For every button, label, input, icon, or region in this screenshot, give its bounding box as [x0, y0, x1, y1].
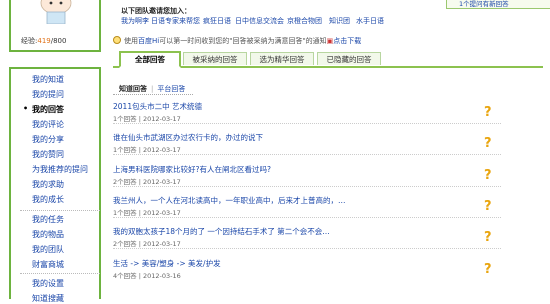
- tab-featured-answers[interactable]: 选为精华回答: [250, 52, 314, 65]
- question-meta: 1个回答 | 2012-03-17: [113, 146, 181, 154]
- nav-my-settings[interactable]: 我的设置: [32, 278, 64, 289]
- avatar[interactable]: [35, 0, 77, 24]
- exp-label: 经验:: [21, 37, 38, 45]
- question-meta: 1个回答 | 2012-03-17: [113, 115, 181, 123]
- row-divider: [113, 186, 501, 187]
- subtab-zhidao[interactable]: 知道回答: [119, 85, 147, 93]
- subtab-divider: [113, 94, 193, 95]
- notice-mid: 可以第一时间收到您的"回答被采纳为满意回答"的通知: [159, 37, 327, 45]
- subtab-separator: |: [151, 85, 154, 93]
- question-title[interactable]: 谁在仙头市武湖区办过农行卡的，办过的说下: [113, 132, 263, 143]
- question-mark-icon: ?: [484, 136, 492, 151]
- question-title[interactable]: 我兰州人，一个人在河北读高中，一年职业高中，后来才上普高的，…: [113, 195, 346, 206]
- row-divider: [113, 123, 501, 124]
- nav-my-tasks[interactable]: 我的任务: [32, 214, 64, 225]
- question-meta: 2个回答 | 2012-03-17: [113, 178, 181, 186]
- tab-all-answers[interactable]: 全部回答: [119, 51, 181, 68]
- nav-my-answers[interactable]: • 我的回答: [23, 104, 64, 115]
- nav-my-growth[interactable]: 我的成长: [32, 194, 64, 205]
- lightbulb-icon: [113, 36, 121, 44]
- question-title[interactable]: 我的双胞太孩子18个月的了 一个因持结石手术了 第二个会不会…: [113, 226, 330, 237]
- sidebar-nav: 我的知道 我的提问 • 我的回答 我的评论 我的分享 我的赞同 为我推荐的提问 我…: [9, 67, 101, 303]
- team-link[interactable]: 我为啊李: [121, 16, 149, 26]
- row-divider: [113, 154, 501, 155]
- nav-favorites[interactable]: 知道搜藏: [32, 293, 64, 304]
- question-meta: 2个回答 | 2012-03-17: [113, 240, 181, 248]
- subtab-platform[interactable]: 平台回答: [157, 85, 185, 93]
- avatar-box: 经验:419/800: [9, 0, 101, 52]
- nav-my-shares[interactable]: 我的分享: [32, 134, 64, 145]
- nav-my-comments[interactable]: 我的评论: [32, 119, 64, 130]
- question-title[interactable]: 2011包头市二中 艺术统德: [113, 101, 202, 112]
- nav-divider: [20, 210, 100, 211]
- question-mark-icon: ?: [484, 262, 492, 277]
- nav-my-help[interactable]: 我的求助: [32, 179, 64, 190]
- sub-tabs: 知道回答 | 平台回答: [119, 84, 185, 94]
- team-link[interactable]: 水手日语: [356, 16, 384, 26]
- row-divider: [113, 248, 501, 249]
- download-label: 点击下载: [333, 37, 362, 45]
- team-link[interactable]: 京橙合物团: [287, 16, 322, 26]
- question-meta: 1个回答 | 2012-03-17: [113, 209, 181, 217]
- invite-title: 以下团队邀请您加入：: [121, 7, 191, 15]
- team-link[interactable]: 疯狂日语: [203, 16, 231, 26]
- active-dot-icon: •: [23, 104, 29, 113]
- notice-pre: 使用: [124, 37, 138, 45]
- nav-recommended[interactable]: 为我推荐的提问: [32, 164, 88, 175]
- team-link[interactable]: 日中信息交流会: [235, 16, 284, 26]
- download-link[interactable]: ▣点击下载: [327, 37, 362, 45]
- new-answer-text: 1个提问有新回答: [459, 0, 509, 8]
- question-title[interactable]: 生活 -> 美容/塑身 -> 美发/护发: [113, 258, 221, 269]
- nav-my-zhidao[interactable]: 我的知道: [32, 74, 64, 85]
- tab-hidden-answers[interactable]: 已隐藏的回答: [317, 52, 381, 65]
- experience-readout: 经验:419/800: [21, 36, 66, 46]
- baidu-hi-link[interactable]: 百度Hi: [138, 37, 159, 45]
- team-link[interactable]: 日语专家来帮您: [151, 16, 200, 26]
- nav-my-items[interactable]: 我的物品: [32, 229, 64, 240]
- question-mark-icon: ?: [484, 230, 492, 245]
- nav-my-questions[interactable]: 我的提问: [32, 89, 64, 100]
- nav-my-answers-label: 我的回答: [32, 105, 64, 114]
- nav-mall[interactable]: 财富商城: [32, 259, 64, 270]
- nav-my-team[interactable]: 我的团队: [32, 244, 64, 255]
- exp-total: 800: [53, 37, 67, 45]
- tab-adopted-answers[interactable]: 被采纳的回答: [183, 52, 247, 65]
- nav-my-likes[interactable]: 我的赞同: [32, 149, 64, 160]
- nav-divider: [20, 273, 100, 274]
- answer-tabs: 全部回答 被采纳的回答 选为精华回答 已隐藏的回答: [113, 51, 543, 68]
- new-answer-notice[interactable]: 1个提问有新回答: [446, 0, 550, 9]
- sidebar: 经验:419/800 我的知道 我的提问 • 我的回答 我的评论 我的分享 我的赞…: [0, 0, 101, 303]
- row-divider: [113, 217, 501, 218]
- exp-current: 419: [37, 37, 51, 45]
- question-mark-icon: ?: [484, 199, 492, 214]
- baidu-hi-notice: 使用百度Hi可以第一时间收到您的"回答被采纳为满意回答"的通知▣点击下载: [113, 36, 361, 46]
- question-mark-icon: ?: [484, 168, 492, 183]
- team-link[interactable]: 知识团: [329, 16, 350, 26]
- question-meta: 4个回答 | 2012-03-16: [113, 272, 181, 280]
- question-title[interactable]: 上海男科医院哪家比较好?有人在闸北区看过吗?: [113, 164, 271, 175]
- question-mark-icon: ?: [484, 105, 492, 120]
